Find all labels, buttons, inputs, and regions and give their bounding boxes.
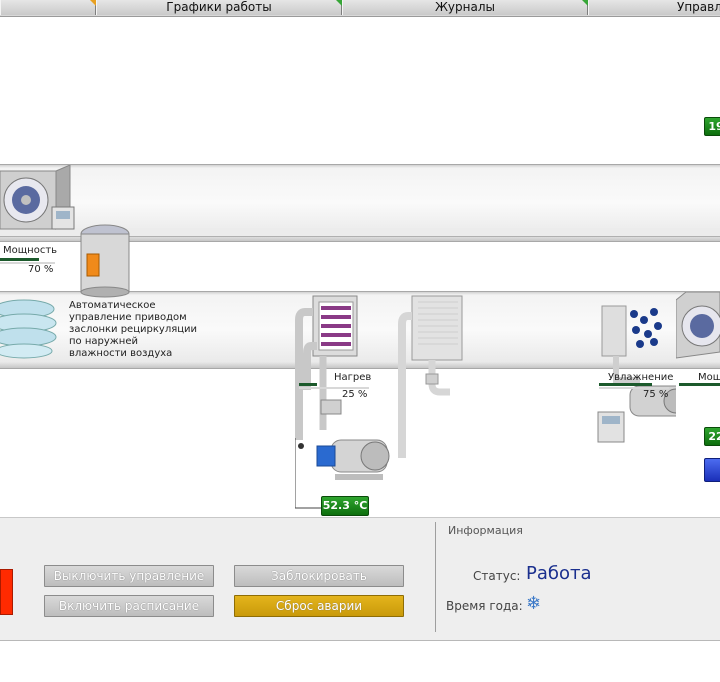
tab-journals[interactable]: Журналы (342, 0, 588, 15)
status-value: Работа (526, 563, 592, 584)
humidifier-bar (599, 383, 652, 386)
heater-coil-icon (295, 295, 390, 509)
cooler-coil-icon (398, 295, 463, 458)
snowflake-icon: ❄ (526, 593, 542, 614)
humidifier-percent: 75 % (643, 389, 669, 400)
supply-fan-bar (679, 383, 720, 386)
panel-divider (435, 522, 436, 632)
recirculation-description: Автоматическое управление приводом засло… (69, 300, 209, 360)
fan-power-bar (0, 258, 39, 261)
recirc-line: управление приводом (69, 312, 187, 323)
season-label: Время года: (446, 599, 523, 613)
humidifier-label: Увлажнение (608, 372, 674, 383)
top-right-value: 19 (704, 117, 720, 136)
tab-label: Графики работы (166, 0, 272, 14)
info-title: Информация (448, 524, 523, 537)
block-button[interactable]: Заблокировать (234, 565, 404, 587)
tab-work-schedules[interactable]: Графики работы (96, 0, 342, 15)
damper-actuator-icon (80, 224, 130, 298)
tab-control[interactable]: Управл (588, 0, 720, 15)
tab-label: Управл (677, 0, 720, 14)
heater-label: Нагрев (334, 372, 372, 383)
right-value: 22 (704, 427, 720, 446)
recirc-line: по наружней (69, 336, 138, 347)
supply-fan-icon (676, 292, 720, 359)
exhaust-fan-icon (0, 165, 75, 230)
heater-bar (299, 383, 317, 386)
recirc-line: влажности воздуха (69, 348, 173, 359)
recirc-line: Автоматическое (69, 300, 156, 311)
recirc-line: заслонки рециркуляции (69, 324, 198, 335)
disable-control-button[interactable]: Выключить управление (44, 565, 214, 587)
stop-button[interactable] (0, 569, 13, 615)
water-temperature-value: 52.3 °C (321, 496, 369, 516)
air-filter-icon (0, 299, 57, 359)
status-label: Статус: (473, 569, 521, 583)
reset-alarm-button[interactable]: Сброс аварии (234, 595, 404, 617)
tab-label: Журналы (435, 0, 495, 14)
supply-fan-label: Мощн (698, 372, 720, 383)
fan-power-label: Мощность (3, 245, 58, 256)
blue-indicator (704, 458, 720, 482)
fan-power-percent: 70 % (28, 264, 54, 275)
enable-schedule-button[interactable]: Включить расписание (44, 595, 214, 617)
tab-previous[interactable] (0, 0, 96, 15)
heater-percent: 25 % (342, 389, 368, 400)
